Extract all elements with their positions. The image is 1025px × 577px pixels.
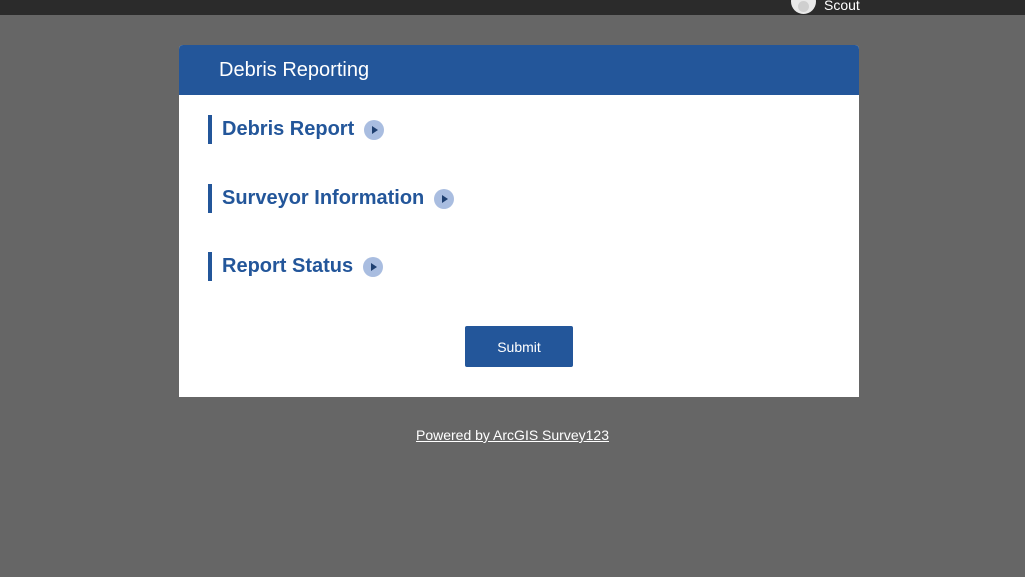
username-label[interactable]: Scout	[824, 0, 860, 13]
user-avatar-icon[interactable]	[791, 0, 816, 14]
group-surveyor-information[interactable]: Surveyor Information	[208, 184, 455, 213]
chevron-right-circle-icon[interactable]	[363, 256, 384, 277]
survey-form-card: Debris Reporting Debris Report Surveyor …	[179, 45, 859, 397]
form-header: Debris Reporting	[179, 45, 859, 95]
footer: Powered by ArcGIS Survey123	[0, 427, 1025, 443]
chevron-right-circle-icon[interactable]	[434, 188, 455, 209]
top-navigation-bar: Scout	[0, 0, 1025, 15]
group-label[interactable]: Report Status	[222, 255, 353, 278]
group-report-status[interactable]: Report Status	[208, 252, 384, 281]
group-label[interactable]: Debris Report	[222, 118, 354, 141]
chevron-right-circle-icon[interactable]	[364, 119, 385, 140]
group-label[interactable]: Surveyor Information	[222, 187, 424, 210]
submit-button[interactable]: Submit	[465, 326, 573, 367]
powered-by-link[interactable]: Powered by ArcGIS Survey123	[416, 427, 609, 443]
form-title: Debris Reporting	[219, 58, 370, 81]
user-menu[interactable]: Scout	[791, 0, 860, 14]
group-debris-report[interactable]: Debris Report	[208, 115, 385, 144]
